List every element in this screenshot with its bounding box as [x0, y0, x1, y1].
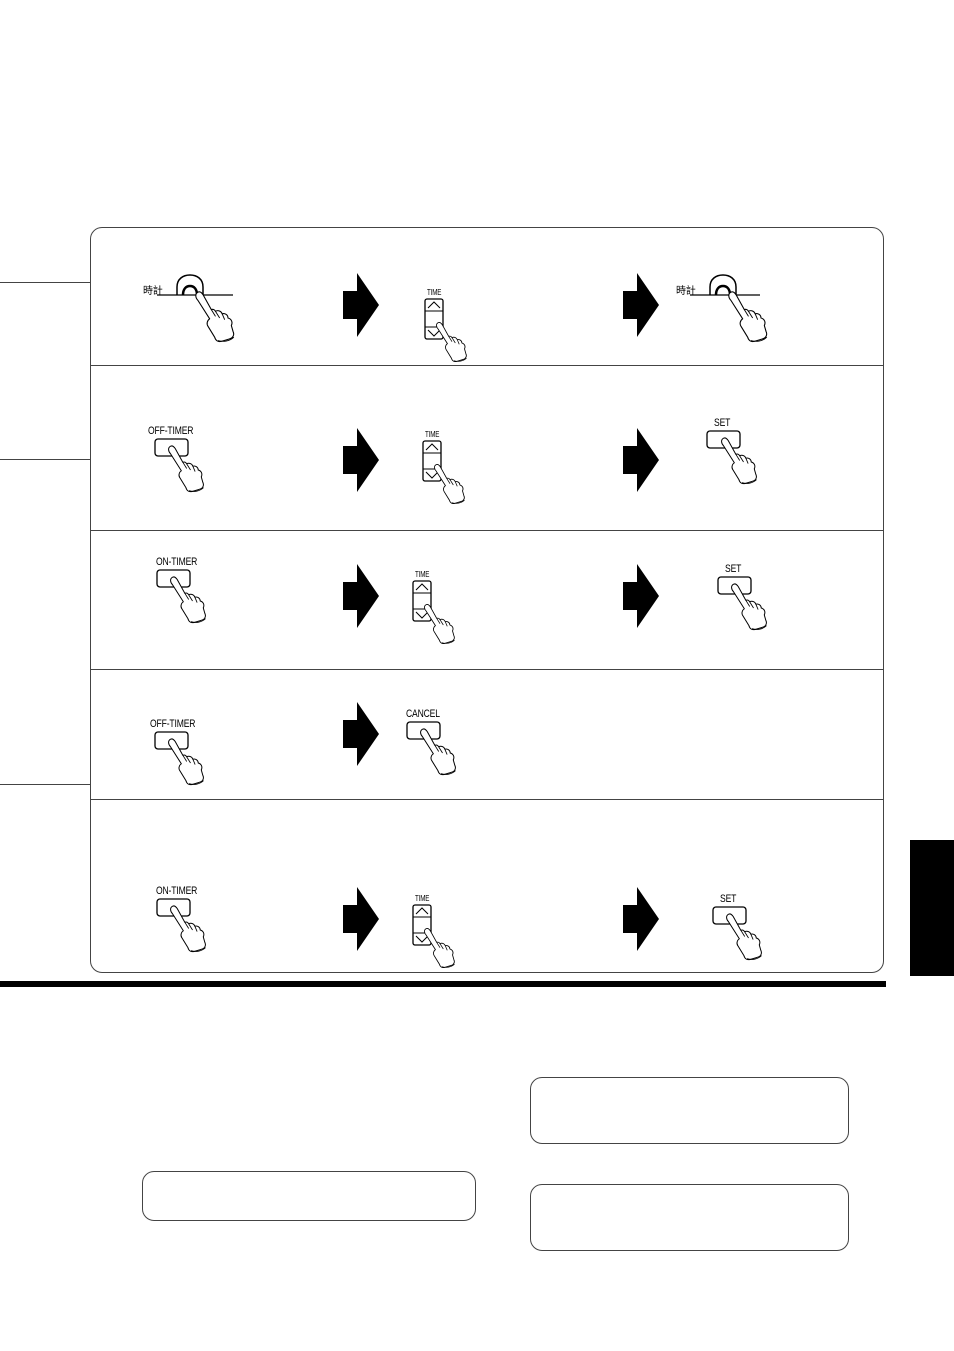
time-label: TIME: [427, 288, 442, 297]
right-arrow-icon: [343, 428, 379, 492]
set-button-step[interactable]: SET: [717, 563, 797, 638]
right-arrow-icon: [623, 887, 659, 951]
time-label: TIME: [415, 570, 430, 579]
pointing-hand-icon: [166, 443, 212, 497]
button-label: SET: [720, 893, 737, 905]
on-timer-button-step[interactable]: ON-TIMER: [156, 885, 236, 960]
clock-button-step[interactable]: 時計: [143, 273, 243, 353]
pointing-hand-icon: [724, 911, 770, 965]
side-leader-line: [0, 282, 90, 283]
pointing-hand-icon: [432, 462, 472, 508]
pointing-hand-icon: [422, 602, 462, 648]
button-label: CANCEL: [406, 708, 440, 720]
pointing-hand-icon: [193, 288, 243, 348]
section-tab: [910, 840, 954, 976]
right-arrow-icon: [343, 564, 379, 628]
note-box-right-2: [530, 1184, 849, 1251]
button-label: ON-TIMER: [156, 885, 198, 897]
row-divider: [91, 669, 884, 670]
pointing-hand-icon: [729, 581, 775, 635]
right-arrow-icon: [343, 887, 379, 951]
off-timer-button-step[interactable]: OFF-TIMER: [150, 718, 230, 793]
section-rule: [0, 981, 886, 987]
right-arrow-icon: [343, 702, 379, 766]
right-arrow-icon: [623, 428, 659, 492]
button-label: OFF-TIMER: [148, 425, 194, 437]
button-label: ON-TIMER: [156, 556, 198, 568]
note-box-left: [142, 1171, 476, 1221]
pointing-hand-icon: [434, 320, 474, 366]
right-arrow-icon: [623, 273, 659, 337]
cancel-button-step[interactable]: CANCEL: [406, 708, 486, 783]
right-arrow-icon: [623, 564, 659, 628]
time-label: TIME: [425, 430, 440, 439]
pointing-hand-icon: [719, 435, 765, 489]
clock-button-step[interactable]: 時計: [676, 273, 776, 353]
on-timer-button-step[interactable]: ON-TIMER: [156, 556, 236, 631]
set-button-step[interactable]: SET: [712, 893, 792, 968]
pointing-hand-icon: [422, 926, 462, 972]
off-timer-button-step[interactable]: OFF-TIMER: [148, 425, 228, 500]
button-label: SET: [714, 417, 731, 429]
pointing-hand-icon: [726, 288, 776, 348]
time-rocker-step[interactable]: TIME: [418, 430, 478, 505]
side-leader-line: [0, 459, 90, 460]
time-rocker-step[interactable]: TIME: [408, 894, 468, 969]
time-rocker-step[interactable]: TIME: [420, 288, 480, 363]
button-label: SET: [725, 563, 742, 575]
row-divider: [91, 799, 884, 800]
time-rocker-step[interactable]: TIME: [408, 570, 468, 645]
pointing-hand-icon: [168, 903, 214, 957]
note-box-right-1: [530, 1077, 849, 1144]
pointing-hand-icon: [418, 726, 464, 780]
set-button-step[interactable]: SET: [706, 417, 786, 492]
row-divider: [91, 365, 884, 366]
pointing-hand-icon: [168, 574, 214, 628]
side-leader-line: [0, 784, 90, 785]
pointing-hand-icon: [166, 736, 212, 790]
button-label: OFF-TIMER: [150, 718, 196, 730]
time-label: TIME: [415, 894, 430, 903]
row-divider: [91, 530, 884, 531]
right-arrow-icon: [343, 273, 379, 337]
